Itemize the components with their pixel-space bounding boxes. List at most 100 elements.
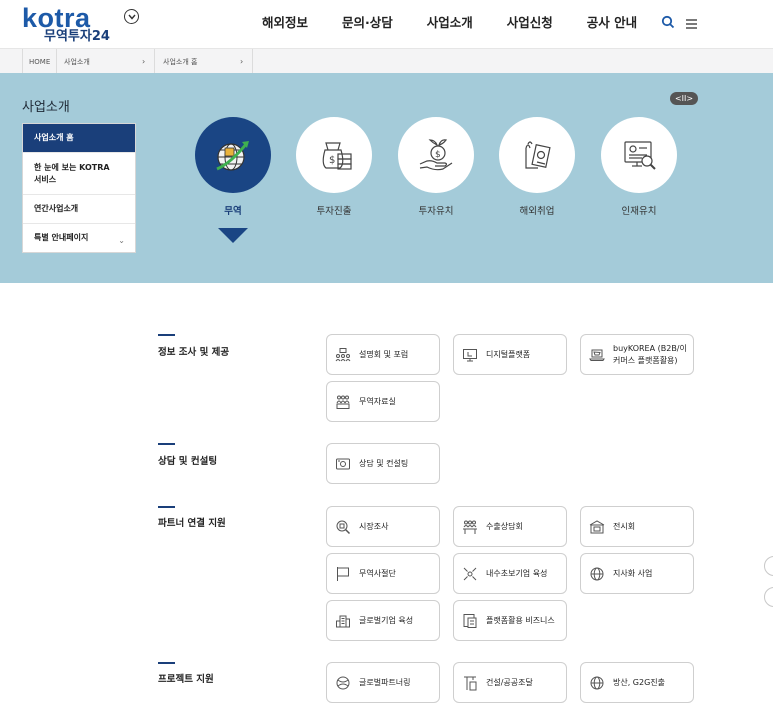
people-group-icon	[334, 393, 352, 411]
category-label: 투자진출	[316, 206, 352, 217]
breadcrumb-business[interactable]: 사업소개	[64, 49, 90, 74]
growth-icon	[461, 565, 479, 583]
card-construction-procurement[interactable]: 건설/공공조달	[453, 662, 567, 703]
card-trade-mission[interactable]: 무역사절단	[326, 553, 440, 594]
card-global-company[interactable]: 글로벌기업 육성	[326, 600, 440, 641]
card-seminar-forum[interactable]: 설명회 및 포럼	[326, 334, 440, 375]
card-platform-business[interactable]: 플랫폼활용 비즈니스	[453, 600, 567, 641]
card-label: 글로벌파트너링	[359, 677, 411, 687]
active-category-pointer	[218, 228, 248, 243]
card-export-consultation[interactable]: 수출상담회	[453, 506, 567, 547]
card-label: 방산, G2G진출	[613, 677, 666, 687]
card-domestic-startup[interactable]: 내수초보기업 육성	[453, 553, 567, 594]
side-item-label: 사업소개 홈	[34, 133, 74, 142]
scroll-top-button[interactable]	[764, 587, 773, 607]
laptop-cart-icon	[588, 346, 606, 364]
platform-icon	[461, 612, 479, 630]
building-icon	[334, 612, 352, 630]
monitor-icon	[461, 346, 479, 364]
side-item-special[interactable]: 특별 안내페이지 ⌄	[23, 223, 135, 252]
pause-button[interactable]: <II>	[670, 92, 698, 105]
kotra-logo[interactable]: kotra 무역투자24	[22, 3, 110, 44]
nav-item-business-apply[interactable]: 사업신청	[507, 12, 553, 31]
card-market-research[interactable]: 시장조사	[326, 506, 440, 547]
category-label: 해외취업	[519, 206, 555, 217]
category-label: 무역	[224, 206, 242, 217]
card-label: 무역사절단	[359, 568, 396, 578]
svg-text:$: $	[435, 150, 441, 160]
scroll-up-button[interactable]	[764, 556, 773, 576]
side-item-overview[interactable]: 한 눈에 보는 KOTRA 서비스	[23, 152, 135, 194]
card-trade-archive[interactable]: 무역자료실	[326, 381, 440, 422]
nav-item-inquiry[interactable]: 문의·상담	[342, 12, 393, 31]
flag-icon	[334, 565, 352, 583]
logo-wordmark: kotra	[22, 3, 91, 33]
card-label: 글로벌기업 육성	[359, 615, 414, 625]
globe-icon	[195, 117, 271, 193]
category-trade[interactable]: 무역	[195, 117, 271, 217]
main-nav: 해외정보 문의·상담 사업소개 사업신청 공사 안내	[262, 12, 671, 31]
card-global-partnering[interactable]: 글로벌파트너링	[326, 662, 440, 703]
nav-item-about[interactable]: 공사 안내	[587, 12, 637, 31]
card-label: 무역자료실	[359, 396, 396, 406]
chevron-right-icon: ›	[142, 57, 146, 66]
nav-item-business-intro[interactable]: 사업소개	[427, 12, 473, 31]
side-menu: 사업소개 홈 한 눈에 보는 KOTRA 서비스 연간사업소개 특별 안내페이지…	[22, 123, 136, 253]
section-title-info: 정보 조사 및 제공	[158, 347, 230, 358]
card-buykorea[interactable]: buyKOREA (B2B/이커머스 플랫폼활용)	[580, 334, 694, 375]
passport-icon	[499, 117, 575, 193]
logo-subtitle: 무역투자24	[44, 29, 110, 44]
card-label: 디지털플랫폼	[486, 349, 531, 359]
card-label: 상담 및 컨설팅	[359, 458, 409, 468]
category-label: 인재유치	[621, 206, 657, 217]
card-digital-platform[interactable]: 디지털플랫폼	[453, 334, 567, 375]
card-label: 건설/공공조달	[486, 677, 533, 687]
breadcrumb-home[interactable]: HOME	[29, 49, 50, 74]
meeting-icon	[461, 518, 479, 536]
card-label: 수출상담회	[486, 521, 523, 531]
menu-icon[interactable]	[685, 15, 698, 34]
globe-icon	[588, 565, 606, 583]
page-title: 사업소개	[22, 100, 70, 115]
card-label: 전시회	[613, 521, 636, 531]
card-label: 지사화 사업	[613, 568, 653, 578]
side-item-home[interactable]: 사업소개 홈	[23, 124, 135, 152]
nav-item-overseas-info[interactable]: 해외정보	[262, 12, 308, 31]
search-icon[interactable]	[661, 14, 675, 33]
hero-banner: 사업소개 <II> 사업소개 홈 한 눈에 보는 KOTRA 서비스 연간사업소…	[0, 73, 773, 283]
side-item-label: 연간사업소개	[34, 204, 79, 213]
card-defense-g2g[interactable]: 방산, G2G진출	[580, 662, 694, 703]
money-bag-icon: $	[296, 117, 372, 193]
exhibition-icon	[588, 518, 606, 536]
chevron-right-icon: ›	[240, 57, 244, 66]
site-header: kotra 무역투자24 해외정보 문의·상담 사업소개 사업신청 공사 안내	[0, 0, 773, 48]
card-label: 설명회 및 포럼	[359, 349, 409, 359]
chevron-down-icon[interactable]	[124, 9, 139, 24]
section-title-consulting: 상담 및 컨설팅	[158, 456, 218, 467]
profile-search-icon	[601, 117, 677, 193]
chevron-down-icon: ⌄	[118, 236, 125, 245]
category-investment-out[interactable]: $ 투자진출	[296, 117, 372, 217]
category-investment-in[interactable]: $ 투자유치	[398, 117, 474, 217]
consulting-icon	[334, 455, 352, 473]
section-title-partner: 파트너 연결 지원	[158, 518, 226, 529]
card-branch-program[interactable]: 지사화 사업	[580, 553, 694, 594]
card-label: buyKOREA (B2B/이커머스 플랫폼활용)	[613, 343, 687, 365]
breadcrumb: HOME 사업소개 › 사업소개 홈 ›	[0, 48, 773, 74]
side-item-label: 특별 안내페이지	[34, 233, 89, 242]
card-label: 내수초보기업 육성	[486, 568, 548, 578]
magnifier-icon	[334, 518, 352, 536]
category-talent[interactable]: 인재유치	[601, 117, 677, 217]
card-label: 플랫폼활용 비즈니스	[486, 615, 555, 625]
category-overseas-jobs[interactable]: 해외취업	[499, 117, 575, 217]
card-label: 시장조사	[359, 521, 389, 531]
side-item-annual[interactable]: 연간사업소개	[23, 194, 135, 223]
category-label: 투자유치	[418, 206, 454, 217]
card-consulting[interactable]: 상담 및 컨설팅	[326, 443, 440, 484]
breadcrumb-current[interactable]: 사업소개 홈	[163, 49, 197, 74]
section-title-project: 프로젝트 지원	[158, 674, 214, 685]
hand-coin-icon: $	[398, 117, 474, 193]
people-presentation-icon	[334, 346, 352, 364]
svg-text:$: $	[329, 155, 335, 166]
card-exhibition[interactable]: 전시회	[580, 506, 694, 547]
